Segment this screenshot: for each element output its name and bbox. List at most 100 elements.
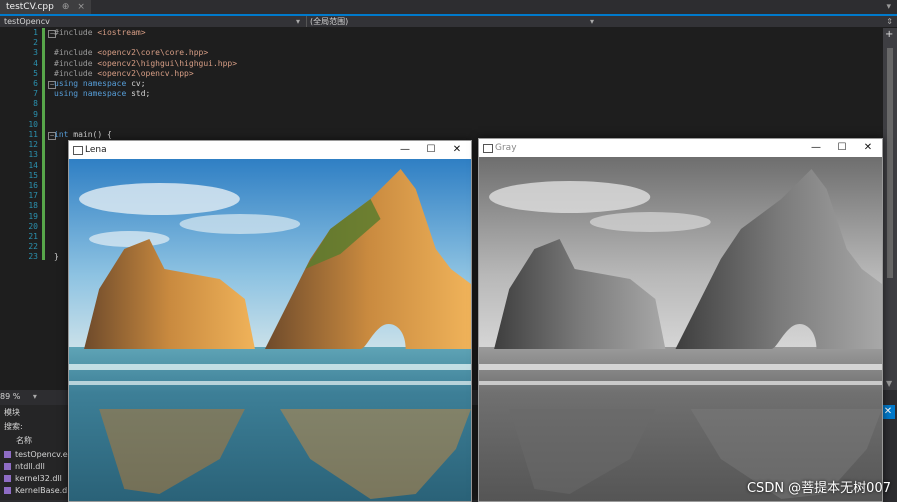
module-name: kernel32.dll: [15, 474, 62, 483]
line-number: 2: [33, 38, 38, 48]
line-number: 22: [28, 242, 38, 252]
maximize-button[interactable]: ☐: [419, 141, 443, 159]
code-line: int main() {: [54, 130, 112, 140]
line-number-gutter: 1 2 3 4 5 6 7 8 9 10 11 12 13 14 15 16 17 18 19 20 21 22 23: [0, 28, 48, 390]
scroll-thumb[interactable]: [887, 48, 893, 278]
window-title: Gray: [495, 143, 517, 153]
project-label: testOpencv: [4, 17, 50, 26]
window-titlebar[interactable]: Gray — ☐ ✕: [479, 139, 882, 157]
line-number: 5: [33, 68, 38, 78]
close-button[interactable]: ✕: [445, 141, 469, 159]
close-tab-icon[interactable]: ×: [77, 0, 85, 14]
close-icon[interactable]: ✕: [881, 405, 895, 419]
lena-window[interactable]: Lena — ☐ ✕: [68, 140, 472, 502]
code-token: }: [54, 252, 59, 262]
chevron-down-icon: ▾: [295, 17, 300, 26]
panel-title: 模块: [4, 408, 20, 417]
scroll-down-icon[interactable]: ▼: [886, 379, 892, 388]
pin-icon[interactable]: ⊕: [62, 0, 70, 14]
line-number: 4: [33, 58, 38, 68]
list-item[interactable]: testOpencv.exe: [4, 449, 77, 460]
line-number: 11: [28, 130, 38, 139]
split-icon[interactable]: ⇕: [886, 16, 893, 27]
code-token: namespace: [82, 79, 132, 88]
line-number: 17: [28, 191, 38, 201]
line-number: 19: [28, 211, 38, 221]
code-line: }: [54, 252, 59, 262]
code-token: #include: [54, 68, 98, 78]
code-token: #include: [54, 48, 98, 58]
module-name: KernelBase.dll: [15, 486, 72, 495]
landscape-image: [69, 159, 471, 501]
module-name: ntdll.dll: [15, 462, 45, 471]
code-token: int: [54, 130, 74, 139]
line-number: 16: [28, 181, 38, 190]
line-number: 1: [33, 28, 38, 37]
minimize-button[interactable]: —: [393, 141, 417, 159]
code-token: using: [54, 89, 83, 99]
search-label: 搜索:: [4, 422, 23, 431]
chevron-down-icon: ▾: [32, 392, 37, 401]
code-line: #include <opencv2\core\core.hpp>: [54, 48, 208, 58]
tab-testcv[interactable]: testCV.cpp ⊕ ×: [0, 0, 91, 14]
code-token: <iostream>: [97, 28, 146, 37]
minimize-button[interactable]: —: [804, 139, 828, 157]
change-indicator: [42, 28, 45, 260]
tab-title: testCV.cpp: [6, 2, 54, 12]
code-token: using: [54, 79, 83, 88]
navigation-bar: testOpencv ▾ (全局范围) ▾ ⇕: [0, 16, 897, 28]
code-line: #include <iostream>: [54, 28, 146, 38]
list-item[interactable]: ntdll.dll: [4, 461, 45, 472]
close-button[interactable]: ✕: [856, 139, 880, 157]
document-tab-bar: testCV.cpp ⊕ × ▾: [0, 0, 897, 16]
code-token: <opencv2\core\core.hpp>: [97, 48, 209, 58]
maximize-button[interactable]: ☐: [830, 139, 854, 157]
code-token: <opencv2\highgui\highgui.hpp>: [97, 58, 238, 68]
zoom-control[interactable]: 89 % ▾: [0, 391, 70, 403]
code-token: #include: [54, 58, 98, 68]
code-line: #include <opencv2\highgui\highgui.hpp>: [54, 59, 237, 69]
chevron-down-icon: ▾: [589, 17, 594, 26]
list-item[interactable]: kernel32.dll: [4, 473, 62, 484]
window-icon: [483, 144, 493, 153]
window-title: Lena: [85, 145, 107, 155]
line-number: 13: [28, 150, 38, 160]
image-canvas: [479, 157, 882, 501]
module-icon: [4, 463, 11, 470]
gray-window[interactable]: Gray — ☐ ✕: [478, 138, 883, 502]
window-icon: [73, 146, 83, 155]
zoom-level: 89 %: [0, 392, 21, 401]
tab-dropdown-icon[interactable]: ▾: [886, 0, 891, 14]
list-item[interactable]: KernelBase.dll: [4, 485, 72, 496]
line-number: 15: [28, 170, 38, 180]
line-number: 9: [33, 109, 38, 119]
code-line: using namespace cv;: [54, 79, 146, 89]
grayscale-image: [479, 157, 882, 501]
column-header-name[interactable]: 名称: [16, 435, 32, 446]
code-line: #include <opencv2\opencv.hpp>: [54, 69, 194, 79]
line-number: 23: [28, 252, 38, 262]
code-token: std;: [131, 89, 151, 99]
line-number: 10: [28, 119, 38, 129]
editor-scrollbar[interactable]: + ▼: [883, 28, 897, 390]
project-dropdown[interactable]: testOpencv ▾: [4, 16, 307, 27]
window-titlebar[interactable]: Lena — ☐ ✕: [69, 141, 471, 159]
module-icon: [4, 475, 11, 482]
code-line: using namespace std;: [54, 89, 150, 99]
add-icon[interactable]: +: [885, 29, 893, 40]
code-token: cv;: [131, 79, 146, 88]
line-number: 14: [28, 160, 38, 170]
line-number: 12: [28, 140, 38, 150]
line-number: 21: [28, 232, 38, 241]
line-number: 7: [33, 89, 38, 99]
code-token: namespace: [82, 89, 132, 99]
module-icon: [4, 451, 11, 458]
scope-dropdown[interactable]: (全局范围) ▾: [310, 16, 600, 27]
modules-panel: 模块 搜索: 名称 testOpencv.exe ntdll.dll kerne…: [0, 405, 77, 500]
code-token: <opencv2\opencv.hpp>: [97, 68, 194, 78]
line-number: 20: [28, 221, 38, 231]
line-number: 3: [33, 48, 38, 58]
code-token: main() {: [73, 130, 112, 139]
line-number: 8: [33, 99, 38, 109]
code-token: #include: [54, 28, 98, 37]
